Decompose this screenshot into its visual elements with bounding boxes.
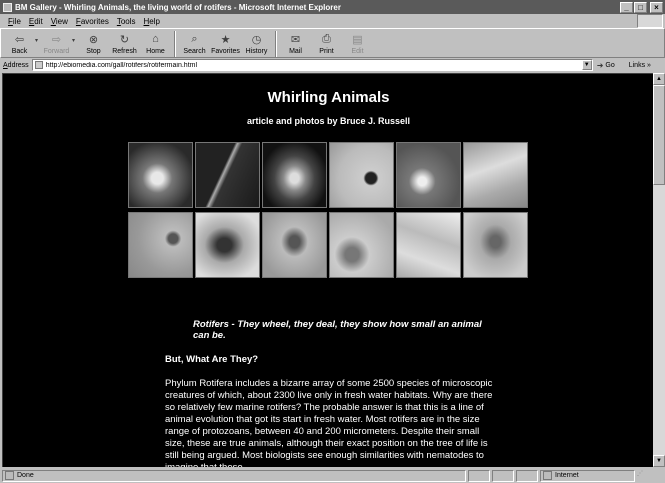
mail-label: Mail [289,48,302,55]
links-button[interactable]: Links » [629,62,651,69]
minimize-button[interactable]: _ [620,1,633,13]
address-field[interactable]: http://ebiomedia.com/gall/rotifers/rotif… [31,59,593,71]
toolbar-separator [174,31,176,57]
rotifer-photo-thumbnail[interactable] [396,212,461,278]
rotifer-photo-thumbnail[interactable] [128,142,193,208]
stop-button[interactable]: ⊗ Stop [78,30,109,58]
refresh-icon: ↻ [119,33,130,46]
status-bar: Done Internet ⋰ [0,468,665,483]
scroll-up-arrow-icon[interactable]: ▲ [653,73,665,85]
history-label: History [245,48,268,55]
back-button[interactable]: ⇦ Back [4,30,35,58]
history-icon: ◷ [251,33,262,46]
scroll-down-arrow-icon[interactable]: ▼ [653,455,665,467]
edit-label: Edit [351,48,364,55]
menu-bar: File Edit View Favorites Tools Help [0,14,665,28]
go-label: Go [605,61,615,69]
menu-view[interactable]: View [51,17,68,26]
status-text: Done [17,472,34,479]
rotifer-photo-thumbnail[interactable] [195,142,260,208]
article-paragraph: Phylum Rotifera includes a bizarre array… [165,378,493,467]
favorites-label: Favorites [211,48,240,55]
refresh-button[interactable]: ↻ Refresh [109,30,140,58]
status-panel-empty [516,469,538,482]
rotifer-photo-thumbnail[interactable] [262,142,327,208]
back-arrow-icon: ⇦ [14,33,25,46]
favorites-icon: ★ [220,33,231,46]
search-icon: ⌕ [191,32,198,45]
rotifer-photo-thumbnail[interactable] [329,212,394,278]
search-label: Search [183,48,206,55]
print-icon: ⎙ [322,32,331,45]
zone-text: Internet [555,472,579,479]
window-title: BM Gallery - Whirling Animals, the livin… [15,2,341,12]
page-icon [34,61,43,69]
edit-icon: ▤ [352,33,363,46]
close-button[interactable]: × [650,1,663,13]
home-icon: ⌂ [152,33,159,45]
tagline: Rotifers - They wheel, they deal, they s… [193,319,482,341]
favorites-button[interactable]: ★ Favorites [210,30,241,58]
status-panel-empty [468,469,490,482]
mail-icon: ✉ [290,33,301,46]
status-panel: Done [2,469,466,482]
gallery-row [128,142,530,208]
go-button[interactable]: ➜ Go [597,61,615,70]
menu-favorites[interactable]: Favorites [76,17,109,26]
print-button[interactable]: ⎙ Print [311,30,342,58]
address-url[interactable]: http://ebiomedia.com/gall/rotifers/rotif… [46,62,582,69]
forward-label: Forward [43,48,70,55]
status-panel-empty [492,469,514,482]
section-heading: But, What Are They? [165,354,259,365]
address-bar: Address http://ebiomedia.com/gall/rotife… [0,58,665,72]
go-arrow-icon: ➜ [596,60,604,70]
standard-toolbar: ⇦ Back ▾ ⇨ Forward ▾ ⊗ Stop ↻ Refresh ⌂ … [0,28,665,58]
resize-grip-icon[interactable]: ⋰ [637,470,647,482]
scrollbar-thumb[interactable] [653,85,665,185]
rotifer-photo-thumbnail[interactable] [463,142,528,208]
forward-button[interactable]: ⇨ Forward [41,30,72,58]
edit-button[interactable]: ▤ Edit [342,30,373,58]
page-done-icon [5,471,14,480]
title-bar: BM Gallery - Whirling Animals, the livin… [0,0,665,14]
page-title: Whirling Animals [267,89,390,106]
stop-icon: ⊗ [88,33,99,46]
home-button[interactable]: ⌂ Home [140,30,171,58]
mail-button[interactable]: ✉ Mail [280,30,311,58]
menu-file[interactable]: File [8,17,21,26]
rotifer-photo-thumbnail[interactable] [262,212,327,278]
page-viewport[interactable]: Whirling Animals article and photos by B… [2,73,653,467]
menu-help[interactable]: Help [144,17,160,26]
page-byline: article and photos by Bruce J. Russell [246,116,411,126]
address-label: Address [3,61,29,69]
menu-edit[interactable]: Edit [29,17,43,26]
rotifer-photo-thumbnail[interactable] [128,212,193,278]
rotifer-photo-gallery [128,142,530,282]
ie-app-icon[interactable] [3,2,12,12]
maximize-button[interactable]: □ [634,1,647,13]
search-button[interactable]: ⌕ Search [179,30,210,58]
internet-zone-icon [543,471,552,480]
forward-arrow-icon: ⇨ [51,33,62,46]
home-label: Home [146,48,165,55]
address-dropdown-icon[interactable]: ▼ [581,60,592,70]
rotifer-photo-thumbnail[interactable] [329,142,394,208]
security-zone-panel: Internet [540,469,635,482]
vertical-scrollbar[interactable]: ▲ ▼ [653,73,665,467]
refresh-label: Refresh [112,48,137,55]
rotifer-photo-thumbnail[interactable] [463,212,528,278]
ie-logo-throbber [637,14,663,28]
stop-label: Stop [86,48,101,55]
toolbar-separator [275,31,277,57]
back-label: Back [11,48,28,55]
gallery-row [128,212,530,278]
print-label: Print [319,48,334,55]
history-button[interactable]: ◷ History [241,30,272,58]
menu-tools[interactable]: Tools [117,17,136,26]
window-controls: _ □ × [620,1,663,13]
rotifer-photo-thumbnail[interactable] [396,142,461,208]
rotifer-photo-thumbnail[interactable] [195,212,260,278]
